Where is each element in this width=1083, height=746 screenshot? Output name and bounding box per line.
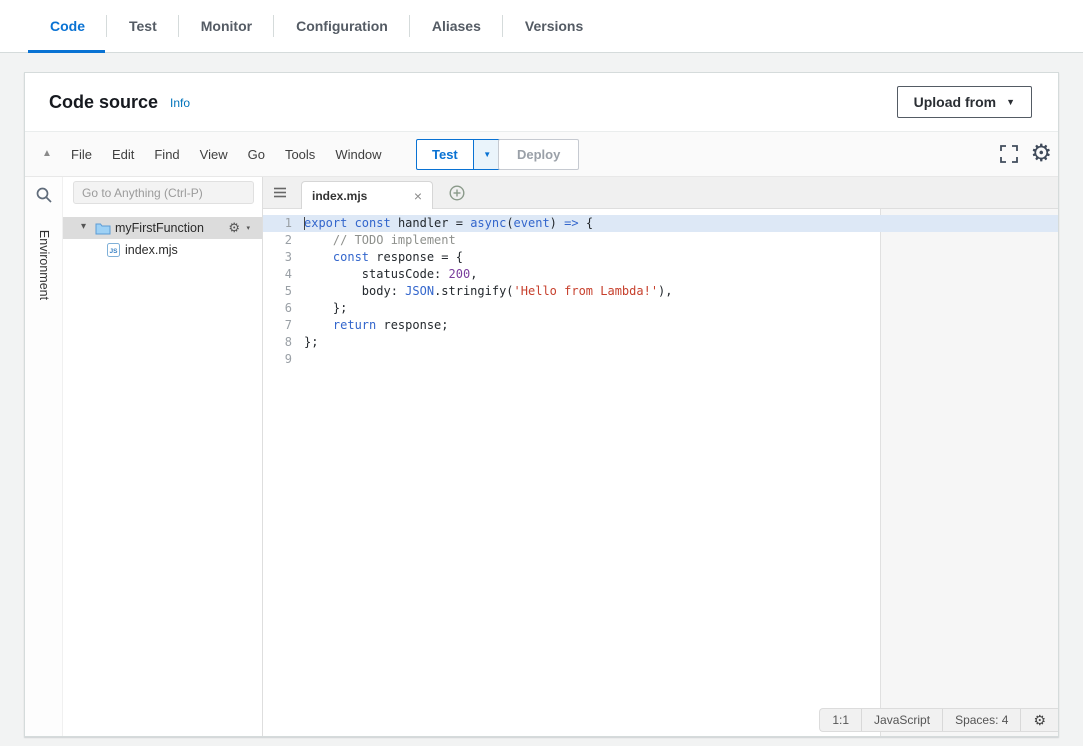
editor-settings-gear-icon[interactable]: ⚙ bbox=[1030, 138, 1052, 170]
line-number-1: 1 bbox=[263, 215, 304, 232]
function-tab-bar: Code Test Monitor Configuration Aliases … bbox=[0, 0, 1083, 53]
tab-code[interactable]: Code bbox=[28, 0, 107, 52]
code-source-panel: Code source Info Upload from ▼ ▲ FileEdi… bbox=[24, 72, 1059, 737]
menu-item-tools[interactable]: Tools bbox=[275, 147, 325, 162]
left-icon-strip: Environment bbox=[25, 177, 63, 736]
new-tab-icon[interactable] bbox=[449, 185, 465, 201]
tab-test-label: Test bbox=[129, 18, 157, 34]
line-number-4: 4 bbox=[263, 266, 304, 283]
tab-monitor-label: Monitor bbox=[201, 18, 252, 34]
code-line-4[interactable]: statusCode: 200, bbox=[304, 266, 1058, 283]
code-line-7[interactable]: return response; bbox=[304, 317, 1058, 334]
editor-tab-index-mjs[interactable]: index.mjs × bbox=[301, 181, 433, 209]
code-line-9[interactable] bbox=[304, 351, 1058, 368]
tab-test[interactable]: Test bbox=[107, 0, 179, 52]
tab-code-label: Code bbox=[50, 18, 85, 34]
tab-versions-label: Versions bbox=[525, 18, 583, 34]
language-mode[interactable]: JavaScript bbox=[861, 709, 942, 731]
menu-item-edit[interactable]: Edit bbox=[102, 147, 144, 162]
page-title: Code source bbox=[49, 92, 158, 113]
editor-tabstrip: index.mjs × bbox=[263, 177, 1058, 209]
test-split-button: Test ▼ bbox=[416, 139, 502, 170]
javascript-file-icon: JS bbox=[107, 243, 120, 257]
upload-from-label: Upload from bbox=[914, 94, 996, 110]
menu-item-go[interactable]: Go bbox=[238, 147, 275, 162]
line-number-8: 8 bbox=[263, 334, 304, 351]
close-tab-icon[interactable]: × bbox=[414, 190, 422, 202]
tree-file-label: index.mjs bbox=[125, 243, 178, 257]
tab-aliases[interactable]: Aliases bbox=[410, 0, 503, 52]
tab-configuration[interactable]: Configuration bbox=[274, 0, 410, 52]
editor-tab-label: index.mjs bbox=[312, 189, 367, 203]
editor-pane: index.mjs × 123456789 export const handl… bbox=[263, 177, 1058, 736]
code-editor[interactable]: 123456789 export const handler = async(e… bbox=[263, 209, 1058, 736]
tree-settings-caret-icon[interactable]: ▾ bbox=[246, 224, 250, 232]
search-icon[interactable] bbox=[35, 186, 53, 204]
code-line-5[interactable]: body: JSON.stringify('Hello from Lambda!… bbox=[304, 283, 1058, 300]
line-number-gutter: 123456789 bbox=[263, 215, 304, 368]
tab-aliases-label: Aliases bbox=[432, 18, 481, 34]
editor-statusbar: 1:1 JavaScript Spaces: 4 ⚙ bbox=[819, 708, 1058, 732]
tree-settings-gear-icon[interactable]: ⚙ bbox=[228, 220, 240, 236]
tab-configuration-label: Configuration bbox=[296, 18, 388, 34]
tree-folder-myfirstfunction[interactable]: ▾ myFirstFunction ⚙ ▾ bbox=[63, 217, 262, 239]
tab-size-setting[interactable]: Spaces: 4 bbox=[942, 709, 1020, 731]
tree-file-index-mjs[interactable]: JS index.mjs bbox=[63, 239, 262, 261]
code-line-8[interactable]: }; bbox=[304, 334, 1058, 351]
tree-expand-caret-icon[interactable]: ▾ bbox=[81, 221, 86, 232]
deploy-button[interactable]: Deploy bbox=[498, 139, 579, 170]
menu-item-find[interactable]: Find bbox=[144, 147, 189, 162]
code-source-header: Code source Info Upload from ▼ bbox=[25, 73, 1058, 132]
info-link[interactable]: Info bbox=[170, 96, 190, 110]
code-line-2[interactable]: // TODO implement bbox=[304, 232, 1058, 249]
svg-text:JS: JS bbox=[110, 248, 119, 255]
upload-from-button[interactable]: Upload from ▼ bbox=[897, 86, 1032, 118]
line-number-9: 9 bbox=[263, 351, 304, 368]
menu-item-window[interactable]: Window bbox=[325, 147, 391, 162]
tab-monitor[interactable]: Monitor bbox=[179, 0, 274, 52]
tree-folder-label: myFirstFunction bbox=[115, 221, 204, 235]
environment-label: Environment bbox=[37, 230, 51, 300]
code-line-6[interactable]: }; bbox=[304, 300, 1058, 317]
statusbar-gear-icon[interactable]: ⚙ bbox=[1020, 709, 1058, 731]
tab-list-icon[interactable] bbox=[273, 186, 287, 199]
menu-item-view[interactable]: View bbox=[190, 147, 238, 162]
collapse-pane-icon[interactable]: ▲ bbox=[42, 148, 52, 159]
editor-body: Environment ▾ myFirstFunction ⚙ ▾ bbox=[25, 177, 1058, 736]
code-lines: export const handler = async(event) => {… bbox=[304, 215, 1058, 368]
chevron-down-icon: ▼ bbox=[1006, 97, 1015, 107]
tab-versions[interactable]: Versions bbox=[503, 0, 605, 52]
line-number-5: 5 bbox=[263, 283, 304, 300]
cursor-position[interactable]: 1:1 bbox=[820, 709, 861, 731]
editor-menubar: FileEditFindViewGoToolsWindow bbox=[61, 132, 392, 176]
menu-item-file[interactable]: File bbox=[61, 147, 102, 162]
line-number-3: 3 bbox=[263, 249, 304, 266]
line-number-2: 2 bbox=[263, 232, 304, 249]
code-line-3[interactable]: const response = { bbox=[304, 249, 1058, 266]
line-number-6: 6 bbox=[263, 300, 304, 317]
editor-toolbar: ▲ FileEditFindViewGoToolsWindow Test ▼ D… bbox=[25, 132, 1058, 177]
fullscreen-icon[interactable] bbox=[1000, 145, 1018, 163]
file-tree-panel: ▾ myFirstFunction ⚙ ▾ JS bbox=[63, 177, 263, 736]
line-number-7: 7 bbox=[263, 317, 304, 334]
goto-anything-input[interactable] bbox=[73, 181, 254, 204]
file-tree: ▾ myFirstFunction ⚙ ▾ JS bbox=[63, 217, 262, 261]
environment-tab[interactable]: Environment bbox=[25, 217, 63, 313]
code-line-1[interactable]: export const handler = async(event) => { bbox=[304, 215, 1058, 232]
folder-icon bbox=[95, 222, 111, 235]
test-button[interactable]: Test bbox=[416, 139, 474, 170]
